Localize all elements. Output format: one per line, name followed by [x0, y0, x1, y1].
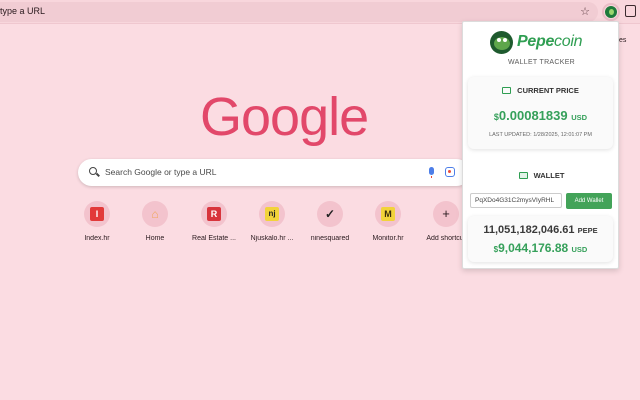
usd-balance: $9,044,176.88 USD	[468, 241, 613, 255]
pepe-balance: 11,051,182,046.61 PEPE	[468, 224, 613, 236]
shortcut-tile: nj	[259, 201, 285, 227]
wallet-section-title: WALLET	[463, 171, 620, 180]
top-right-link-fragment[interactable]: es	[619, 37, 626, 44]
pepecoin-popup: Pepecoin WALLET TRACKER CURRENT PRICE $0…	[462, 21, 619, 269]
last-updated: LAST UPDATED: 1/28/2025, 12:01:07 PM	[489, 132, 592, 138]
shortcut-label: Monitor.hr	[372, 235, 404, 242]
pepe-eye	[503, 38, 507, 42]
plus-icon: +	[442, 206, 450, 221]
price-tag-icon	[502, 87, 512, 94]
usd-balance-amount: 9,044,176.88	[498, 241, 569, 255]
pepe-logo-icon	[490, 31, 513, 54]
shortcut-label: Real Estate ...	[192, 235, 236, 242]
current-price-card: CURRENT PRICE $0.00081839 USD LAST UPDAT…	[468, 77, 613, 149]
shortcut-tile: ⌂	[142, 201, 168, 227]
index-hr-icon: I	[90, 207, 104, 221]
shortcut-label: ninesquared	[310, 235, 350, 242]
njuskalo-icon: nj	[265, 207, 279, 221]
address-bar-text: type a URL	[0, 6, 46, 16]
shortcut-tile: +	[433, 201, 459, 227]
google-logo: Google	[200, 87, 369, 147]
brand-bold: Pepe	[517, 33, 555, 50]
address-bar[interactable]: type a URL ☆	[0, 2, 598, 22]
lens-search-icon[interactable]	[445, 167, 455, 177]
shortcut-tile: R	[201, 201, 227, 227]
home-icon: ⌂	[151, 207, 159, 221]
wallet-icon	[518, 172, 528, 179]
price-number: 0.00081839	[498, 108, 568, 123]
search-input[interactable]: Search Google or type a URL	[105, 167, 217, 177]
search-icon	[89, 167, 97, 175]
shortcut-ninesquared[interactable]: ✓ ninesquared	[300, 200, 360, 250]
add-wallet-button[interactable]: Add Wallet	[566, 193, 612, 209]
shortcut-index-hr[interactable]: I Index.hr	[67, 200, 127, 250]
price-title-text: CURRENT PRICE	[517, 86, 579, 95]
shortcut-tile: I	[84, 201, 110, 227]
extensions-puzzle-icon[interactable]	[625, 5, 636, 17]
popup-subtitle: WALLET TRACKER	[507, 59, 576, 66]
wallet-title-text: WALLET	[533, 171, 565, 180]
pepe-balance-amount: 11,051,182,046.61	[483, 224, 575, 236]
usd-balance-unit: USD	[571, 245, 588, 254]
shortcut-tile: M	[375, 201, 401, 227]
wallet-balance-card: 11,051,182,046.61 PEPE $9,044,176.88 USD	[468, 216, 613, 262]
price-card-title: CURRENT PRICE	[468, 86, 613, 95]
pepecoin-extension-icon[interactable]	[604, 5, 618, 19]
shortcut-label: Njuskalo.hr ...	[250, 235, 294, 242]
shortcut-monitor-hr[interactable]: M Monitor.hr	[358, 200, 418, 250]
wallet-address-input[interactable]: PqXDo4G31C2mysVIyRHL	[470, 193, 562, 208]
shortcut-label: Home	[145, 235, 165, 242]
shortcut-label: Index.hr	[84, 235, 110, 242]
real-estate-icon: R	[207, 207, 221, 221]
voice-search-icon[interactable]	[429, 167, 434, 178]
price-unit: USD	[571, 113, 588, 122]
price-value: $0.00081839 USD	[468, 108, 613, 123]
shortcut-home[interactable]: ⌂ Home	[125, 200, 185, 250]
shortcut-tile: ✓	[317, 201, 343, 227]
pepe-eye	[497, 38, 501, 42]
monitor-hr-icon: M	[381, 207, 395, 221]
search-box[interactable]: Search Google or type a URL	[78, 159, 470, 186]
pepe-balance-unit: PEPE	[577, 226, 598, 235]
brand-title: Pepecoin	[517, 33, 583, 51]
shortcut-real-estate[interactable]: R Real Estate ...	[184, 200, 244, 250]
brand-rest: coin	[554, 33, 583, 50]
ninesquared-icon: ✓	[324, 207, 336, 221]
shortcut-njuskalo[interactable]: nj Njuskalo.hr ...	[242, 200, 302, 250]
bookmark-star-icon[interactable]: ☆	[580, 5, 590, 19]
